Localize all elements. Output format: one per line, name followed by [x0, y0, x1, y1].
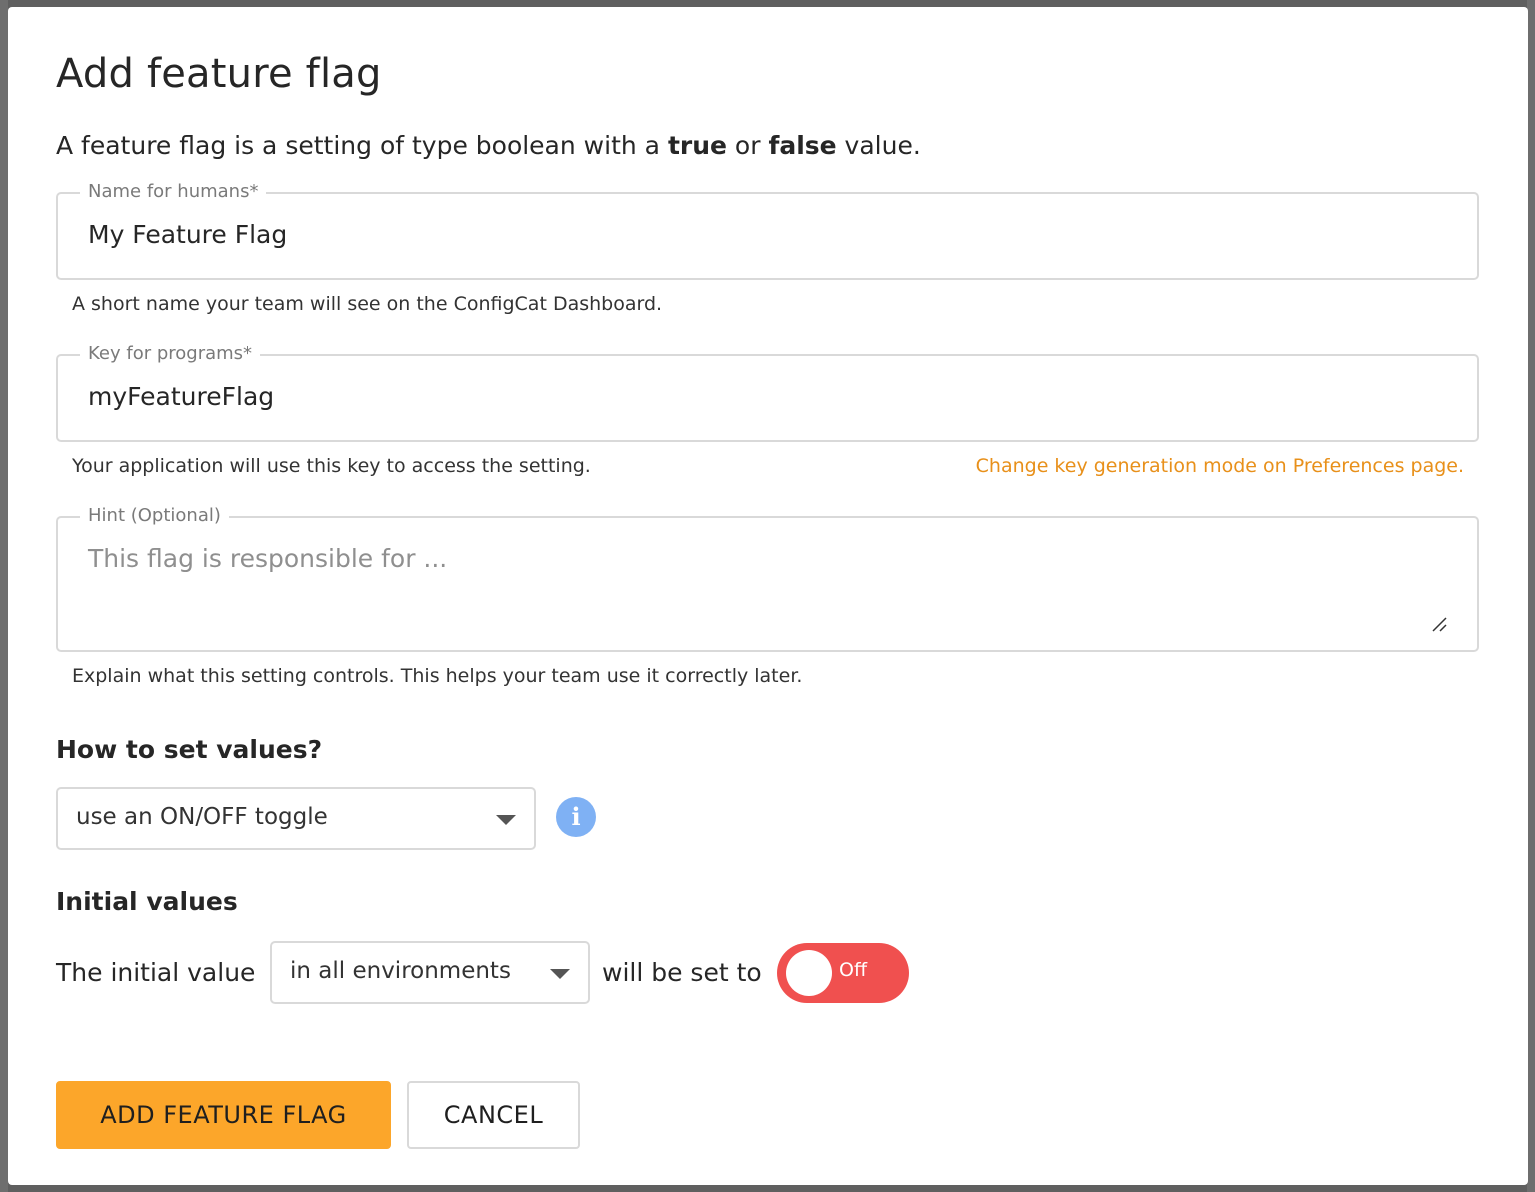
intro-true: true [667, 131, 727, 160]
hint-field-label: Hint (Optional) [80, 505, 229, 526]
dialog-intro: A feature flag is a setting of type bool… [56, 131, 921, 160]
resize-grip-icon[interactable] [1431, 616, 1447, 632]
initial-value-prefix: The initial value [56, 958, 256, 987]
key-generation-preferences-link[interactable]: Change key generation mode on Preference… [976, 455, 1464, 477]
background-page-left [0, 0, 8, 1192]
how-to-set-values-heading: How to set values? [56, 735, 323, 764]
initial-values-heading: Initial values [56, 887, 238, 916]
intro-suffix: value. [836, 131, 921, 160]
name-field[interactable]: Name for humans* My Feature Flag [56, 181, 1479, 280]
toggle-knob [786, 950, 832, 996]
name-input[interactable]: My Feature Flag [88, 220, 287, 249]
environment-select[interactable]: in all environments [270, 941, 590, 1004]
key-input[interactable]: myFeatureFlag [88, 382, 274, 411]
intro-false: false [768, 131, 837, 160]
chevron-down-icon [550, 969, 570, 979]
value-mode-selected: use an ON/OFF toggle [76, 804, 328, 830]
toggle-label: Off [839, 959, 868, 981]
info-icon[interactable]: i [556, 797, 596, 837]
name-field-label: Name for humans* [80, 181, 267, 202]
key-field[interactable]: Key for programs* myFeatureFlag [56, 343, 1479, 442]
name-field-helper: A short name your team will see on the C… [72, 293, 663, 315]
intro-prefix: A feature flag is a setting of type bool… [56, 131, 668, 160]
key-field-label: Key for programs* [80, 343, 261, 364]
hint-field[interactable]: Hint (Optional) This flag is responsible… [56, 505, 1479, 652]
background-page-right [1527, 0, 1535, 1192]
add-feature-flag-dialog: Add feature flag A feature flag is a set… [8, 7, 1528, 1185]
initial-value-toggle[interactable]: Off [777, 943, 909, 1003]
chevron-down-icon [496, 815, 516, 825]
add-feature-flag-button[interactable]: ADD FEATURE FLAG [56, 1081, 391, 1149]
initial-value-middle: will be set to [602, 958, 762, 987]
key-field-helper: Your application will use this key to ac… [72, 455, 591, 477]
hint-field-helper: Explain what this setting controls. This… [72, 665, 803, 687]
environment-selected: in all environments [290, 958, 511, 984]
value-mode-select[interactable]: use an ON/OFF toggle [56, 787, 536, 850]
intro-or: or [726, 131, 769, 160]
dialog-title: Add feature flag [56, 51, 382, 97]
hint-textarea[interactable]: This flag is responsible for ... [88, 544, 447, 573]
cancel-button[interactable]: CANCEL [407, 1081, 580, 1149]
